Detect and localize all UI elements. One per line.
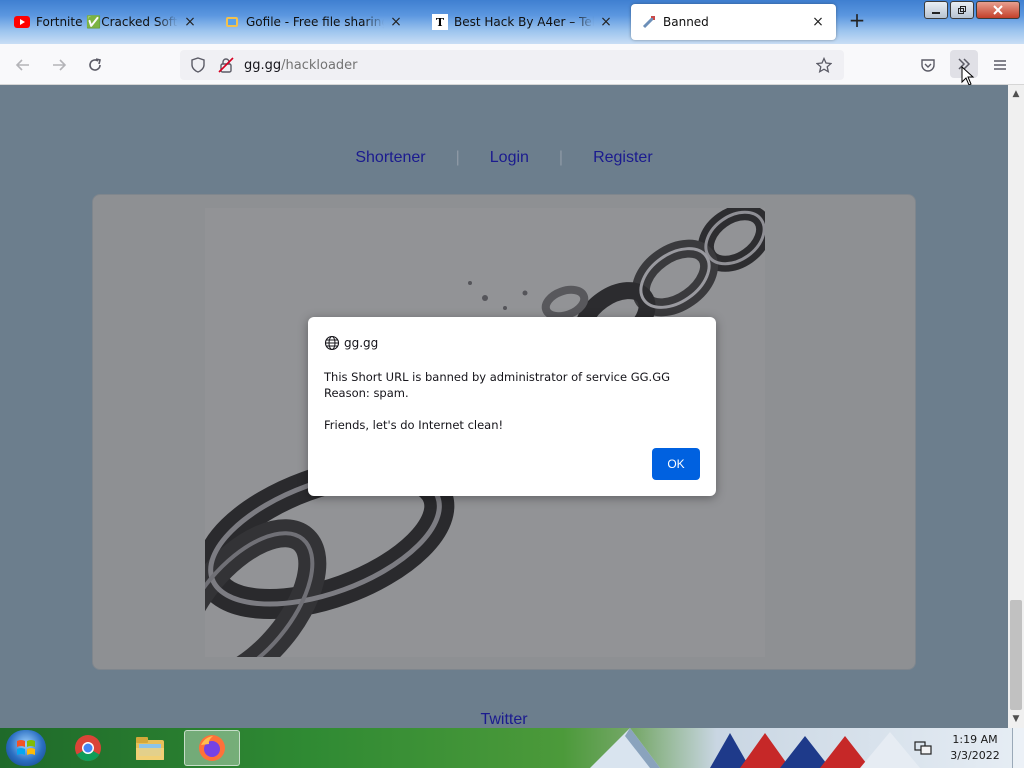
reload-button[interactable] <box>82 52 108 78</box>
tab-close-icon[interactable]: × <box>388 14 404 30</box>
tab-close-icon[interactable]: × <box>182 14 198 30</box>
gofile-icon <box>224 14 240 30</box>
close-icon <box>993 5 1003 15</box>
alert-dialog: gg.gg This Short URL is banned by admini… <box>308 317 716 496</box>
shortener-link[interactable]: Shortener <box>325 149 455 167</box>
ok-button[interactable]: OK <box>652 448 700 480</box>
reload-icon <box>89 58 101 71</box>
show-desktop-button[interactable] <box>1012 728 1024 768</box>
tab-close-icon[interactable]: × <box>598 14 614 30</box>
close-window-button[interactable] <box>976 1 1020 19</box>
dialog-origin-label: gg.gg <box>344 336 379 350</box>
dialog-message-line: Friends, let's do Internet clean! <box>324 418 504 432</box>
globe-icon <box>324 335 340 351</box>
app-menu-button[interactable] <box>987 52 1013 78</box>
minimize-icon <box>932 12 940 14</box>
tab-gofile[interactable]: Gofile - Free file sharing and × <box>214 4 414 40</box>
hamburger-menu-icon <box>994 60 1006 70</box>
network-tray-icon[interactable] <box>914 740 932 756</box>
desktop-wallpaper-art <box>590 728 920 768</box>
scroll-up-arrow-icon[interactable]: ▲ <box>1008 86 1024 102</box>
tab-strip: Fortnite ✅Cracked Softaim✅ × Gofile - Fr… <box>0 0 1024 44</box>
scrollbar-thumb[interactable] <box>1010 600 1022 710</box>
tab-banned[interactable]: Banned × <box>631 4 836 40</box>
tab-close-icon[interactable]: × <box>810 14 826 30</box>
tab-label: Best Hack By A4er – Telegraph <box>454 15 594 29</box>
taskbar-clock[interactable]: 1:19 AM 3/3/2022 <box>940 732 1010 764</box>
pocket-icon <box>921 59 935 72</box>
twitter-link[interactable]: Twitter <box>0 711 1008 728</box>
tab-label: Fortnite ✅Cracked Softaim✅ <box>36 15 178 29</box>
tab-label: Banned <box>663 15 709 29</box>
login-link[interactable]: Login <box>460 149 559 167</box>
forward-button[interactable] <box>46 52 72 78</box>
back-button[interactable] <box>10 52 36 78</box>
start-button[interactable] <box>6 730 46 766</box>
navigation-toolbar: gg.gg/hackloader <box>0 44 1024 85</box>
back-arrow-icon <box>15 59 29 71</box>
chrome-icon <box>75 735 101 762</box>
page-icon <box>641 14 657 30</box>
tab-label: Gofile - Free file sharing and <box>246 15 384 29</box>
file-explorer-icon <box>136 737 164 760</box>
telegraph-icon: T <box>432 14 448 30</box>
youtube-icon <box>14 14 30 30</box>
taskbar-file-explorer[interactable] <box>122 730 178 766</box>
new-tab-button[interactable]: + <box>846 10 868 32</box>
pocket-button[interactable] <box>915 52 941 78</box>
insecure-lock-icon[interactable] <box>218 57 234 76</box>
taskbar-firefox[interactable] <box>184 730 240 766</box>
windows-logo-icon <box>17 740 35 755</box>
restore-icon <box>958 6 966 14</box>
bookmark-star-icon[interactable] <box>815 56 833 76</box>
dialog-origin: gg.gg <box>324 335 378 351</box>
dialog-message-line: This Short URL is banned by administrato… <box>324 370 671 384</box>
mouse-cursor-icon <box>961 66 975 86</box>
tab-telegraph[interactable]: T Best Hack By A4er – Telegraph × <box>422 4 624 40</box>
address-bar[interactable]: gg.gg/hackloader <box>180 50 844 80</box>
taskbar-chrome[interactable] <box>60 730 116 766</box>
dialog-message-line: Reason: spam. <box>324 386 409 400</box>
url-host: gg.gg <box>244 57 282 73</box>
clock-time: 1:19 AM <box>952 733 998 746</box>
clock-date: 3/3/2022 <box>950 749 1000 762</box>
firefox-icon <box>199 735 225 761</box>
restore-button[interactable] <box>950 1 974 19</box>
forward-arrow-icon <box>53 59 67 71</box>
url-path: /hackloader <box>281 57 358 73</box>
site-navigation: Shortener | Login | Register <box>0 149 1008 167</box>
dialog-message: This Short URL is banned by administrato… <box>324 369 670 433</box>
register-link[interactable]: Register <box>563 149 683 167</box>
minimize-button[interactable] <box>924 1 948 19</box>
scroll-down-arrow-icon[interactable]: ▼ <box>1008 711 1024 727</box>
dialog-message-spacer <box>324 401 670 417</box>
tab-fortnite[interactable]: Fortnite ✅Cracked Softaim✅ × <box>4 4 208 40</box>
tracking-protection-shield-icon[interactable] <box>190 57 206 76</box>
